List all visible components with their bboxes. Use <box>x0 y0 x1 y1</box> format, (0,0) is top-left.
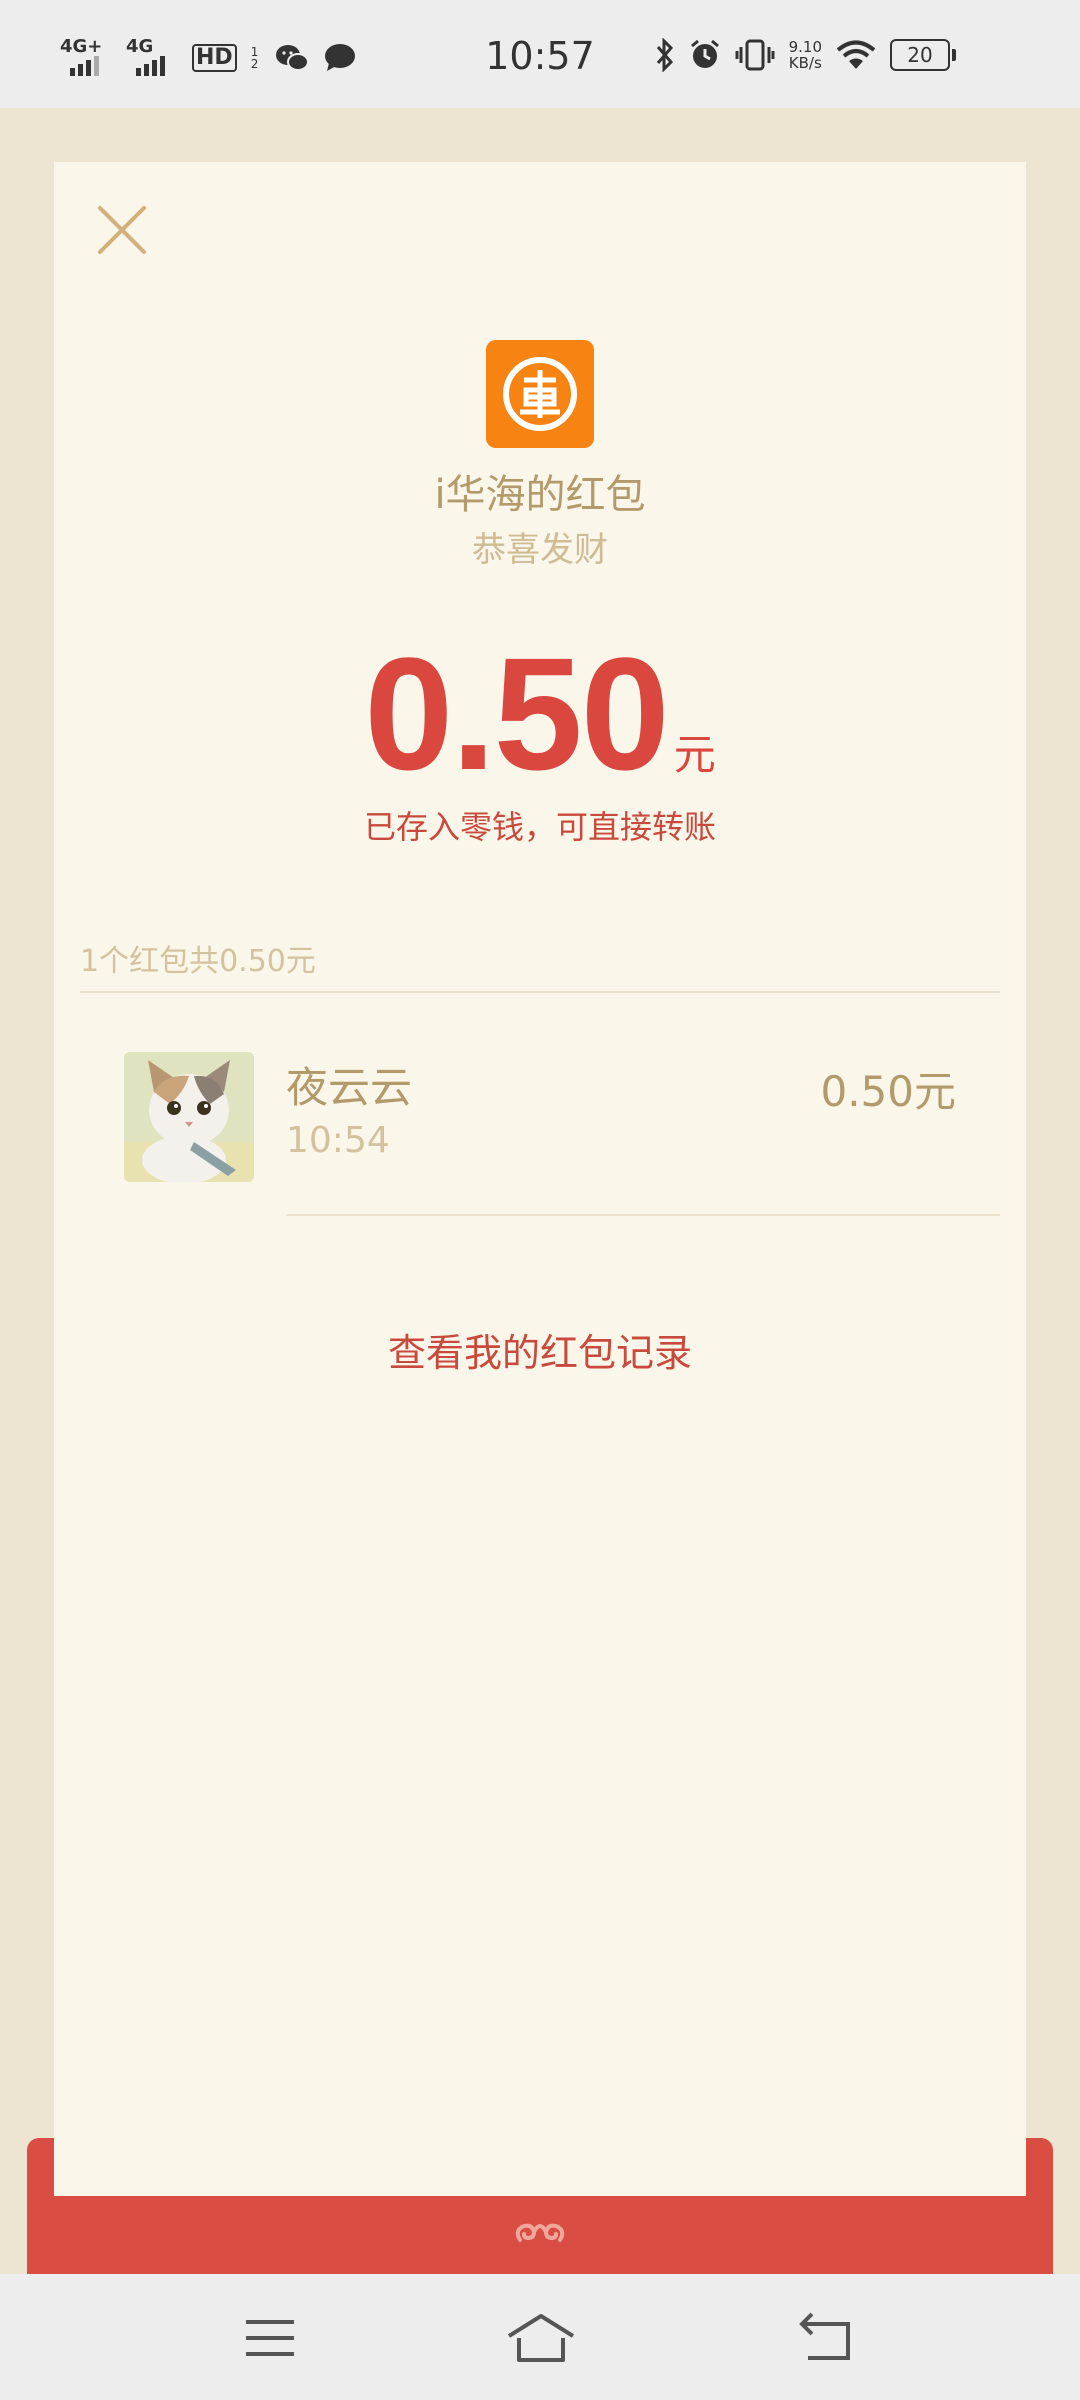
view-records-link[interactable]: 查看我的红包记录 <box>54 1322 1026 1377</box>
receiver-time: 10:54 <box>286 1120 390 1161</box>
vibrate-icon <box>735 39 775 71</box>
amount-value: 0.50 <box>364 624 669 803</box>
back-icon[interactable] <box>796 2310 856 2366</box>
zigzag-edge <box>54 2172 1026 2190</box>
receiver-amount: 0.50元 <box>820 1067 956 1116</box>
wish-text: 恭喜发财 <box>472 530 608 570</box>
system-nav-bar <box>0 2274 1080 2400</box>
battery-icon: 20 <box>890 39 956 71</box>
amount-unit: 元 <box>673 730 716 779</box>
cat-avatar-image <box>124 1052 254 1182</box>
close-icon[interactable] <box>92 200 152 260</box>
wifi-icon <box>836 40 876 69</box>
menu-icon[interactable] <box>240 2310 300 2366</box>
packet-summary: 1个红包共0.50元 <box>80 944 316 979</box>
red-packet-detail-card: i华海的红包 恭喜发财 0.50 元 已存入零钱，可直接转账 1个红包共0.50元… <box>54 162 1026 2196</box>
receiver-name: 夜云云 <box>286 1063 413 1112</box>
network-speed: 9.10 KB/s <box>789 39 822 71</box>
status-right-icons: 9.10 KB/s 20 <box>655 38 956 72</box>
saved-to-change-note: 已存入零钱，可直接转账 <box>363 808 716 846</box>
cloud-ornament-icon <box>515 2223 565 2242</box>
speed-value: 9.10 <box>788 38 822 56</box>
status-bar: 4G+ 4G HD 1 2 10:57 9.10 KB/s 20 <box>0 0 1080 108</box>
divider <box>80 991 1000 993</box>
sender-title: i华海的红包 <box>434 472 646 518</box>
speed-unit: KB/s <box>788 54 822 72</box>
home-icon[interactable] <box>505 2310 577 2366</box>
amount-display: 0.50 元 <box>54 622 1026 806</box>
divider <box>286 1214 1000 1216</box>
alarm-icon <box>690 39 719 68</box>
bluetooth-icon <box>656 38 673 72</box>
avatar[interactable] <box>124 1052 254 1182</box>
bank-logo-icon <box>486 340 594 448</box>
